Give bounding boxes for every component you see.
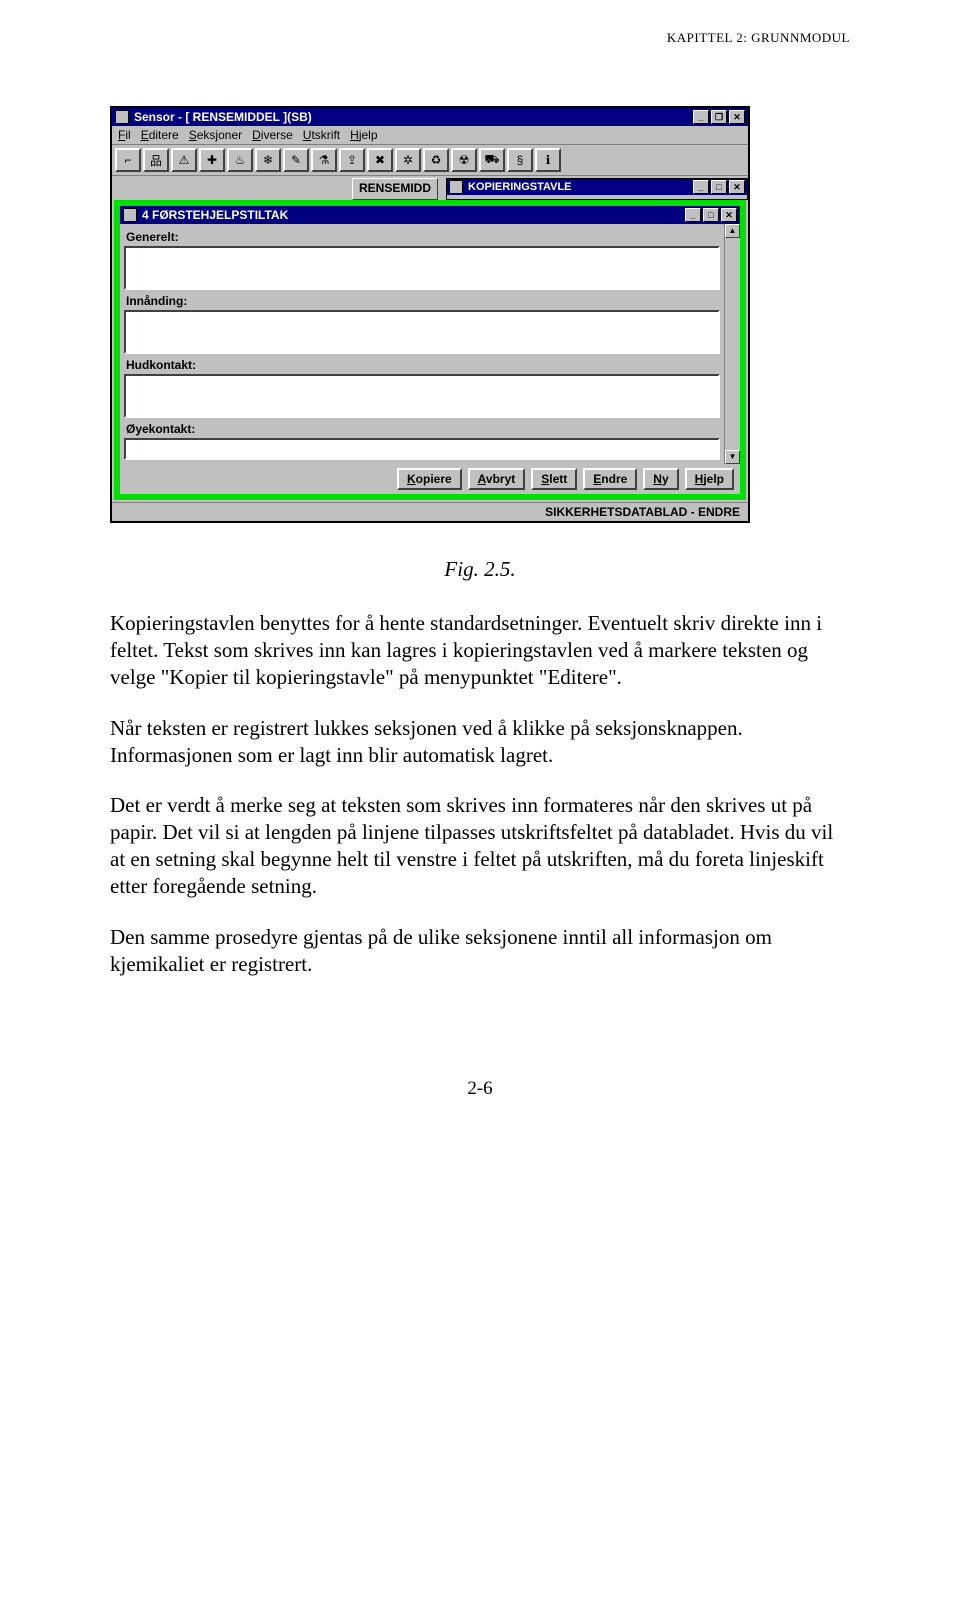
field-label-innanding: Innånding:: [126, 294, 722, 308]
section-window: 4 FØRSTEHJELPSTILTAK _ □ ✕ Generelt: Inn…: [114, 200, 746, 500]
menu-hjelp[interactable]: Hjelp: [350, 128, 377, 142]
crane-icon[interactable]: ⇪: [339, 148, 365, 172]
section-maximize-button[interactable]: □: [703, 208, 719, 222]
tools-icon[interactable]: ✎: [283, 148, 309, 172]
flask-icon[interactable]: ⚗: [311, 148, 337, 172]
app-title: Sensor - [ RENSEMIDDEL ](SB): [134, 110, 693, 124]
section-minimize-button[interactable]: _: [685, 208, 701, 222]
doc-label: RENSEMIDD: [352, 178, 438, 200]
section-close-button[interactable]: ✕: [721, 208, 737, 222]
field-input-generelt[interactable]: [124, 246, 720, 290]
endre-button[interactable]: Endre: [583, 468, 637, 490]
fire-icon[interactable]: ♨: [227, 148, 253, 172]
drop-icon[interactable]: ❄: [255, 148, 281, 172]
paragraph: Den samme prosedyre gjentas på de ulike …: [110, 924, 850, 978]
paragraph-icon[interactable]: §: [507, 148, 533, 172]
running-header: KAPITTEL 2: GRUNNMODUL: [110, 30, 850, 46]
statusbar: SIKKERHETSDATABLAD - ENDRE: [112, 502, 748, 521]
truck-icon[interactable]: ⛟: [479, 148, 505, 172]
kop-maximize-button[interactable]: □: [711, 180, 727, 194]
paragraph: Det er verdt å merke seg at teksten som …: [110, 792, 850, 900]
figure-caption: Fig. 2.5.: [110, 557, 850, 582]
close-button[interactable]: ✕: [729, 110, 745, 124]
hjelp-button[interactable]: Hjelp: [685, 468, 734, 490]
paragraph: Når teksten er registrert lukkes seksjon…: [110, 715, 850, 769]
toolbar: ⌐ 品 ⚠ ✚ ♨ ❄ ✎ ⚗ ⇪ ✖ ✲ ♻ ☢ ⛟ § ℹ: [112, 145, 748, 176]
scroll-down-icon[interactable]: ▼: [725, 450, 740, 464]
warning-icon[interactable]: ⚠: [171, 148, 197, 172]
org-icon[interactable]: 品: [143, 148, 169, 172]
waste-icon[interactable]: ☢: [451, 148, 477, 172]
avbryt-button[interactable]: Avbryt: [468, 468, 526, 490]
menu-fil[interactable]: Fil: [118, 128, 131, 142]
tree-icon[interactable]: ✲: [395, 148, 421, 172]
field-input-innanding[interactable]: [124, 310, 720, 354]
key-icon[interactable]: ⌐: [115, 148, 141, 172]
field-input-oyekontakt[interactable]: [124, 438, 720, 460]
app-screenshot: Sensor - [ RENSEMIDDEL ](SB) _ ❐ ✕ Fil E…: [110, 106, 750, 523]
kopiere-button[interactable]: Kopiere: [397, 468, 462, 490]
ny-button[interactable]: Ny: [643, 468, 678, 490]
section-icon: [123, 208, 137, 222]
button-row: Kopiere Avbryt Slett Endre Ny Hjelp: [120, 464, 740, 494]
doc-strip: RENSEMIDD KOPIERINGSTAVLE _ □ ✕: [112, 176, 748, 200]
menu-editere[interactable]: Editere: [141, 128, 179, 142]
maximize-button[interactable]: ❐: [711, 110, 727, 124]
slett-button[interactable]: Slett: [531, 468, 577, 490]
body-text: Kopieringstavlen benyttes for å hente st…: [110, 610, 850, 978]
app-titlebar: Sensor - [ RENSEMIDDEL ](SB) _ ❐ ✕: [112, 108, 748, 126]
kop-close-button[interactable]: ✕: [729, 180, 745, 194]
app-icon: [115, 110, 129, 124]
section-scrollbar[interactable]: ▲ ▼: [724, 224, 740, 464]
menu-utskrift[interactable]: Utskrift: [303, 128, 340, 142]
menu-diverse[interactable]: Diverse: [252, 128, 293, 142]
field-input-hudkontakt[interactable]: [124, 374, 720, 418]
minimize-button[interactable]: _: [693, 110, 709, 124]
kop-minimize-button[interactable]: _: [693, 180, 709, 194]
scroll-up-icon[interactable]: ▲: [725, 224, 740, 238]
trash-icon[interactable]: ♻: [423, 148, 449, 172]
page-number: 2-6: [110, 1078, 850, 1100]
plus-icon[interactable]: ✚: [199, 148, 225, 172]
app-window: Sensor - [ RENSEMIDDEL ](SB) _ ❐ ✕ Fil E…: [110, 106, 750, 523]
section-title: 4 FØRSTEHJELPSTILTAK: [142, 208, 685, 222]
menu-seksjoner[interactable]: Seksjoner: [189, 128, 242, 142]
kopieringstavle-title: KOPIERINGSTAVLE: [468, 181, 693, 193]
field-label-generelt: Generelt:: [126, 230, 722, 244]
x-icon[interactable]: ✖: [367, 148, 393, 172]
kopieringstavle-window: KOPIERINGSTAVLE _ □ ✕: [446, 178, 748, 200]
info-icon[interactable]: ℹ: [535, 148, 561, 172]
kop-icon: [449, 180, 463, 194]
field-label-oyekontakt: Øyekontakt:: [126, 422, 722, 436]
field-label-hudkontakt: Hudkontakt:: [126, 358, 722, 372]
menubar: Fil Editere Seksjoner Diverse Utskrift H…: [112, 126, 748, 145]
paragraph: Kopieringstavlen benyttes for å hente st…: [110, 610, 850, 691]
